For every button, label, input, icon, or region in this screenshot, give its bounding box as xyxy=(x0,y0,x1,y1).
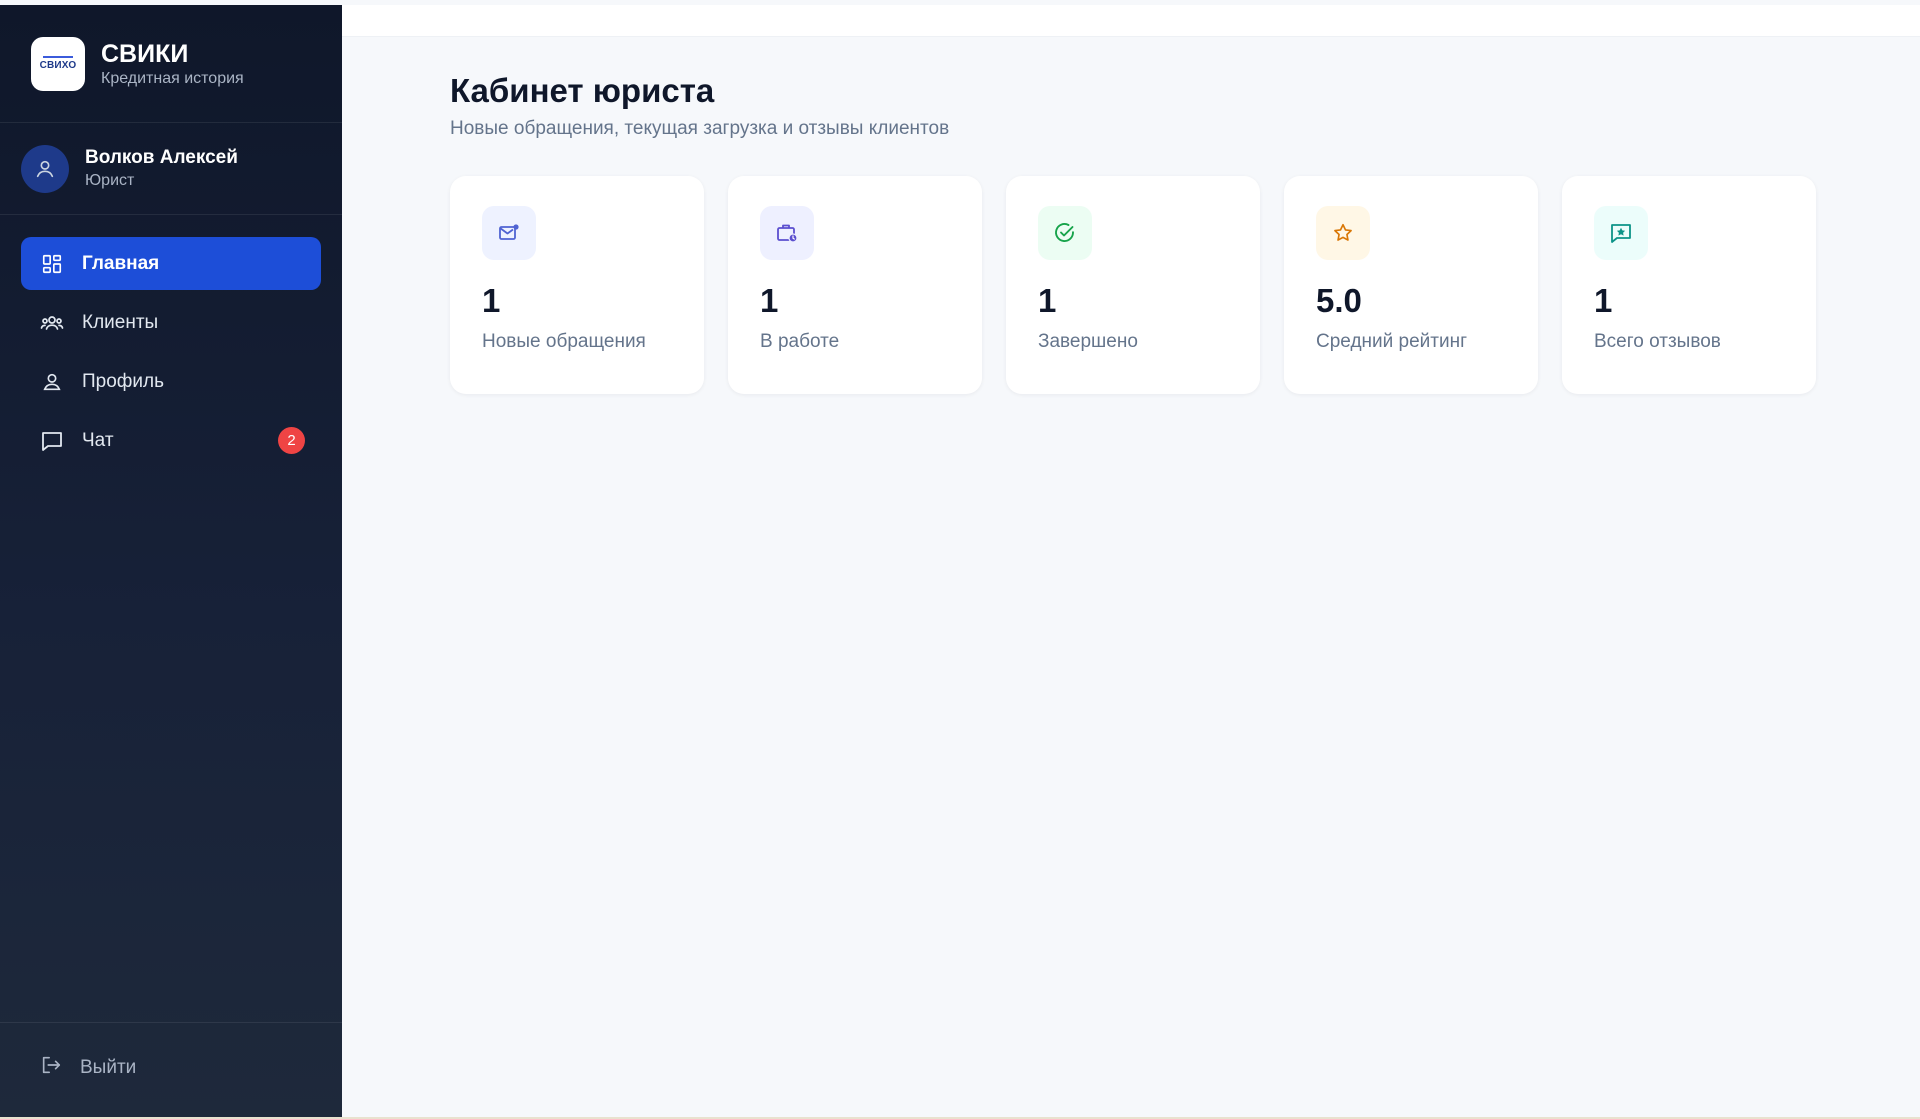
brand-text: СВИКИ Кредитная история xyxy=(101,40,244,88)
users-group-icon xyxy=(40,311,64,335)
user-role: Юрист xyxy=(85,172,135,189)
logo-text: СВИХО xyxy=(39,60,77,71)
stat-value: 5.0 xyxy=(1316,282,1362,319)
user-avatar-icon xyxy=(36,160,54,177)
sidebar-item-label: Клиенты xyxy=(82,311,159,333)
main-area: Кабинет юриста Новые обращения, текущая … xyxy=(342,5,1920,1117)
stat-label: Новые обращения xyxy=(482,331,646,352)
logout-label: Выйти xyxy=(80,1056,137,1078)
dashboard-grid-icon xyxy=(40,252,64,276)
stat-value: 1 xyxy=(482,282,501,319)
stat-value: 1 xyxy=(1038,282,1057,319)
page-title: Кабинет юриста xyxy=(450,72,715,109)
logout-icon xyxy=(40,1054,62,1082)
app: СВИХО СВИКИ Кредитная история Волков Але… xyxy=(0,5,1920,1117)
stat-label: Завершено xyxy=(1038,331,1138,352)
stat-label: Всего отзывов xyxy=(1594,331,1721,352)
briefcase-clock-icon xyxy=(760,206,814,260)
avatar xyxy=(21,144,69,193)
stat-card-average-rating[interactable]: 5.0 Средний рейтинг xyxy=(1284,176,1538,394)
logo-line xyxy=(43,56,73,58)
sidebar-item-profile[interactable]: Профиль xyxy=(21,355,321,408)
stat-value: 1 xyxy=(1594,282,1613,319)
chat-icon xyxy=(40,429,64,453)
user-text: Волков Алексей Юрист xyxy=(85,147,238,190)
sidebar-item-chat[interactable]: Чат 2 xyxy=(21,414,321,467)
star-icon xyxy=(1316,206,1370,260)
mail-icon xyxy=(482,206,536,260)
logout-button[interactable]: Выйти xyxy=(21,1041,321,1094)
sidebar-footer: Выйти xyxy=(0,1022,342,1117)
sidebar-nav: Главная Клиенты Профиль Чат 2 xyxy=(0,215,342,467)
content: Кабинет юриста Новые обращения, текущая … xyxy=(342,37,1920,394)
stat-value: 1 xyxy=(760,282,779,319)
stat-label: В работе xyxy=(760,331,840,352)
top-bar xyxy=(342,5,1920,37)
brand: СВИХО СВИКИ Кредитная история xyxy=(0,5,342,123)
brand-logo[interactable]: СВИХО xyxy=(31,36,85,91)
sidebar-item-label: Профиль xyxy=(82,370,165,392)
stat-label: Средний рейтинг xyxy=(1316,331,1468,352)
stats-cards: 1 Новые обращения 1 В работе 1 Завершено… xyxy=(450,176,1920,394)
page-subtitle: Новые обращения, текущая загрузка и отзы… xyxy=(450,118,950,139)
brand-title: СВИКИ xyxy=(101,39,189,68)
sidebar-item-home[interactable]: Главная xyxy=(21,237,321,290)
stat-card-completed[interactable]: 1 Завершено xyxy=(1006,176,1260,394)
sidebar-item-label: Главная xyxy=(82,252,160,274)
stat-card-in-progress[interactable]: 1 В работе xyxy=(728,176,982,394)
user-card: Волков Алексей Юрист xyxy=(0,123,342,215)
user-icon xyxy=(40,370,64,394)
user-name: Волков Алексей xyxy=(85,147,238,168)
chat-unread-badge: 2 xyxy=(278,427,305,454)
brand-subtitle: Кредитная история xyxy=(101,69,244,87)
stat-card-total-reviews[interactable]: 1 Всего отзывов xyxy=(1562,176,1816,394)
stat-card-new-requests[interactable]: 1 Новые обращения xyxy=(450,176,704,394)
sidebar-item-label: Чат xyxy=(82,429,114,451)
check-circle-icon xyxy=(1038,206,1092,260)
sidebar-item-clients[interactable]: Клиенты xyxy=(21,296,321,349)
message-star-icon xyxy=(1594,206,1648,260)
sidebar: СВИХО СВИКИ Кредитная история Волков Але… xyxy=(0,5,342,1117)
